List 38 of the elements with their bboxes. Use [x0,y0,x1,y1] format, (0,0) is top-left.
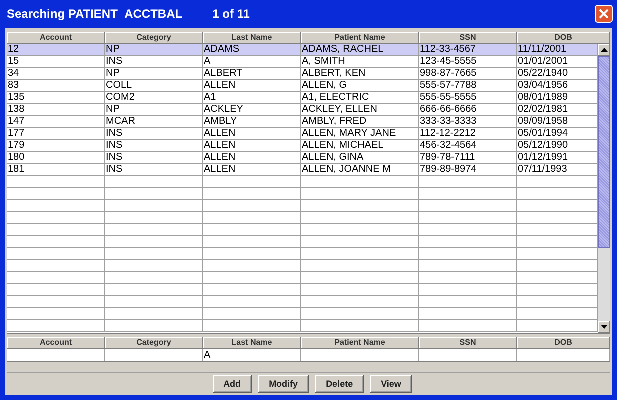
column-header: DOB [517,337,610,349]
column-header: Account [7,337,105,349]
column-header[interactable]: Category [105,32,203,44]
table-row[interactable]: 181 INS ALLEN ALLEN, JOANNE M 789-89-8974 07/11/1993 [7,164,598,176]
column-header: Category [105,337,203,349]
action-button[interactable]: View [370,375,412,393]
scroll-down-button[interactable] [598,321,610,333]
table-row[interactable]: 15 INS A A, SMITH 123-45-5555 01/01/2001 [7,56,598,68]
table-row[interactable]: 179 INS ALLEN ALLEN, MICHAEL 456-32-4564 05/12/1990 [7,140,598,152]
table-row[interactable]: 138 NP ACKLEY ACKLEY, ELLEN 666-66-6666 02/02/1981 [7,104,598,116]
column-header[interactable]: SSN [419,32,517,44]
action-button[interactable]: Add [212,375,252,393]
record-count: 1 of 11 [212,7,250,21]
table-row[interactable]: 180 INS ALLEN ALLEN, GINA 789-78-7111 01/12/1991 [7,152,598,164]
column-header[interactable]: DOB [517,32,610,44]
window-title: Searching PATIENT_ACCTBAL [7,7,183,21]
column-header[interactable]: Patient Name [301,32,419,44]
column-header: Last Name [203,337,301,349]
table-row[interactable]: 177 INS ALLEN ALLEN, MARY JANE 112-12-2212 05/01/1994 [7,128,598,140]
action-button[interactable]: Delete [315,375,364,393]
down-arrow-icon [600,325,608,329]
column-header[interactable]: Last Name [203,32,301,44]
column-header: SSN [419,337,517,349]
column-header[interactable]: Account [7,32,105,44]
action-button[interactable]: Modify [258,375,310,393]
filter-field[interactable]: A [203,349,301,361]
scroll-up-button[interactable] [598,44,610,56]
close-button[interactable] [595,5,613,23]
table-row[interactable]: 135 COM2 A1 A1, ELECTRIC 555-55-5555 08/01/1989 [7,92,598,104]
column-header: Patient Name [301,337,419,349]
table-row[interactable]: 83 COLL ALLEN ALLEN, G 555-57-7788 03/04/1956 [7,80,598,92]
up-arrow-icon [600,48,608,52]
close-icon [599,9,609,19]
table-row[interactable]: 34 NP ALBERT ALBERT, KEN 998-87-7665 05/22/1940 [7,68,598,80]
scroll-thumb[interactable] [598,56,610,248]
table-row[interactable]: 12 NP ADAMS ADAMS, RACHEL 112-33-4567 11/11/2001 [7,44,598,56]
table-row[interactable]: 147 MCAR AMBLY AMBLY, FRED 333-33-3333 09/09/1958 [7,116,598,128]
scrollbar[interactable] [598,44,610,333]
